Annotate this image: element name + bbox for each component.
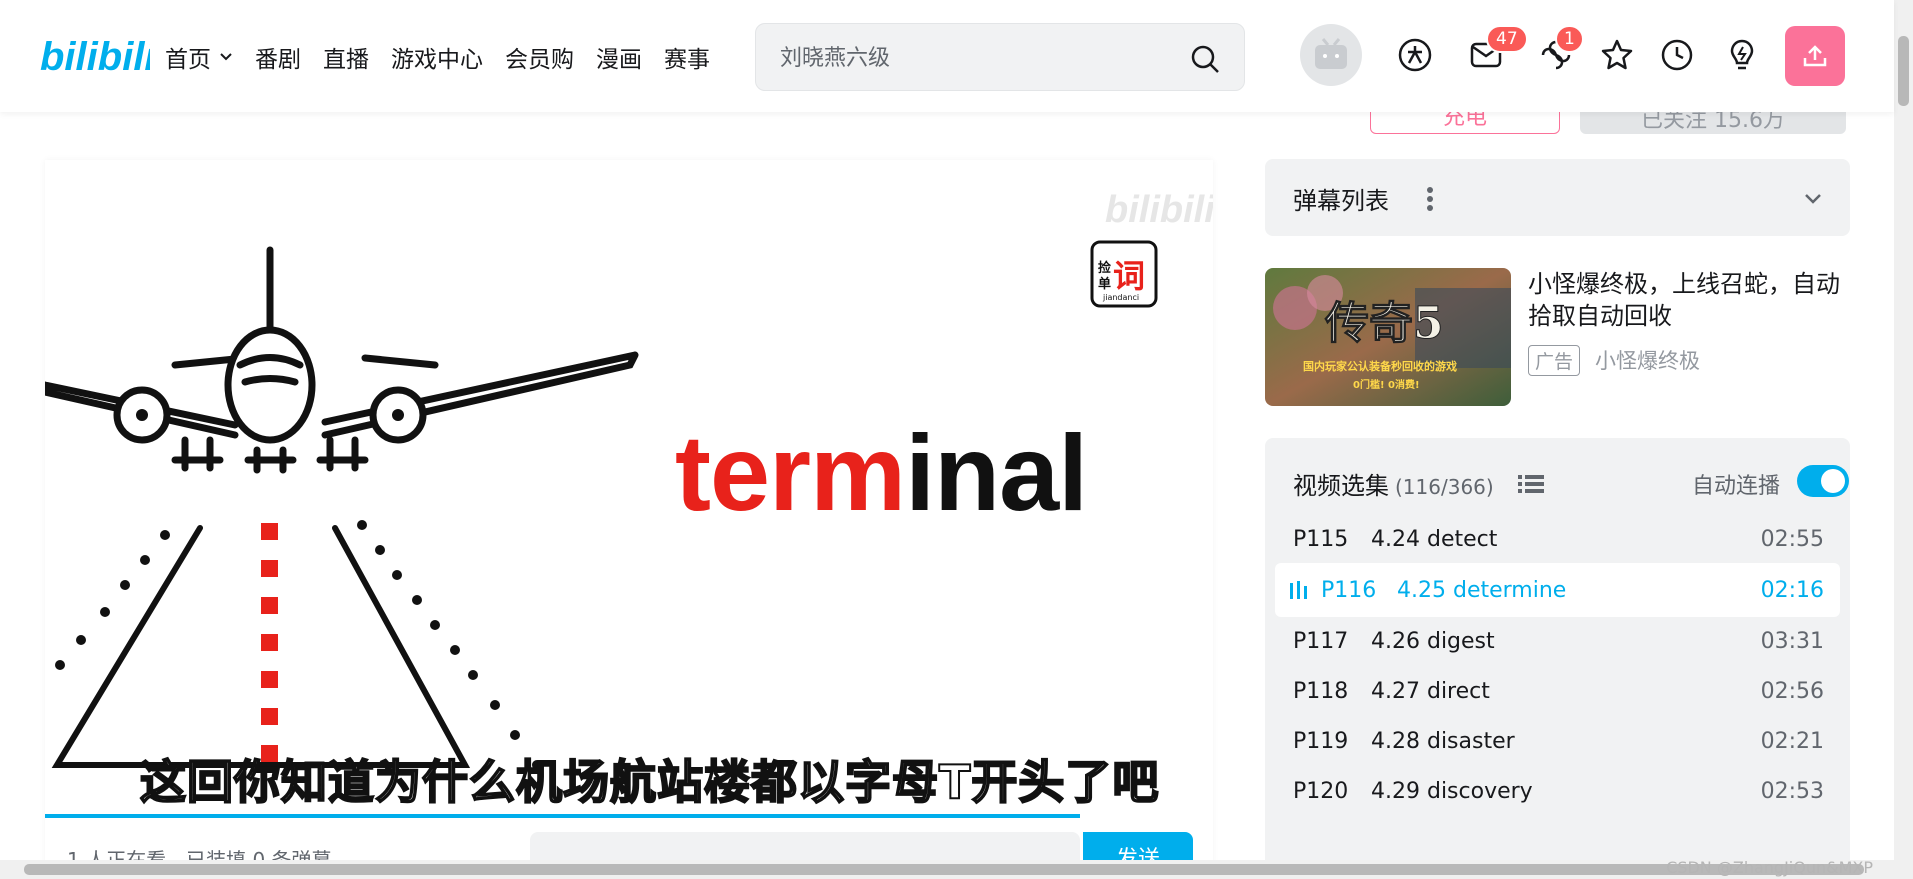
nav-member-shop[interactable]: 会员购	[505, 40, 574, 74]
svg-text:bilibili: bilibili	[40, 35, 150, 79]
list-view-icon[interactable]	[1518, 473, 1544, 495]
playlist-title: 视频选集 (116/366)	[1293, 472, 1494, 500]
creative-bulb-icon[interactable]	[1723, 36, 1761, 74]
tv-mascot-icon	[1315, 38, 1347, 69]
playlist-item[interactable]: P118 4.27 direct 02:56	[1275, 664, 1840, 718]
csdn-watermark: CSDN @ZhangJiQun&MXP	[1666, 858, 1873, 877]
dynamic-badge: 1	[1555, 25, 1584, 53]
svg-text:单: 单	[1098, 276, 1111, 292]
svg-text:0门槛! 0消费!: 0门槛! 0消费!	[1353, 378, 1420, 391]
vertical-scrollbar[interactable]	[1894, 0, 1913, 860]
video-player[interactable]: bilibili 捡 单 词 jiandanci terminal 这回你知道为…	[45, 160, 1213, 879]
svg-text:传奇5: 传奇5	[1324, 298, 1444, 349]
top-header: bilibili 首页 番剧 直播 游戏中心 会员购 漫画 赛事 47 1	[0, 0, 1894, 112]
user-avatar[interactable]	[1300, 24, 1362, 86]
danmaku-list-title: 弹幕列表	[1293, 187, 1389, 215]
now-playing-icon	[1290, 581, 1307, 599]
ad-thumbnail[interactable]: 传奇5 国内玩家公认装备秒回收的游戏 0门槛! 0消费!	[1265, 268, 1511, 406]
nav-anime[interactable]: 番剧	[255, 40, 301, 74]
ad-card[interactable]: 传奇5 国内玩家公认装备秒回收的游戏 0门槛! 0消费! 小怪爆终极，上线召蛇，…	[1265, 268, 1850, 408]
horizontal-scroll-thumb[interactable]	[24, 864, 1864, 875]
playlist-item[interactable]: P117 4.26 digest 03:31	[1275, 614, 1840, 668]
message-badge: 47	[1486, 25, 1528, 53]
chevron-down-icon	[220, 53, 232, 61]
ad-title[interactable]: 小怪爆终极，上线召蛇，自动拾取自动回收	[1528, 268, 1858, 332]
ad-author[interactable]: 小怪爆终极	[1595, 345, 1700, 375]
bilibili-logo[interactable]: bilibili	[40, 26, 150, 82]
nav-esports[interactable]: 赛事	[664, 40, 710, 74]
nav-live[interactable]: 直播	[323, 40, 369, 74]
vip-icon[interactable]	[1396, 36, 1434, 74]
vertical-scroll-thumb[interactable]	[1898, 36, 1909, 106]
video-subtitle: 这回你知道为什么机场航站楼都以字母T开头了吧	[139, 754, 1160, 810]
main-nav: 首页 番剧 直播 游戏中心 会员购 漫画 赛事	[165, 40, 732, 74]
chevron-down-icon[interactable]	[1802, 187, 1824, 209]
horizontal-scrollbar[interactable]	[0, 860, 1913, 879]
playlist-item[interactable]: P120 4.29 discovery 02:53	[1275, 764, 1840, 818]
search-input[interactable]	[780, 40, 1180, 76]
svg-text:词: 词	[1113, 257, 1145, 295]
playlist-item[interactable]: P119 4.28 disaster 02:21	[1275, 714, 1840, 768]
upload-icon	[1803, 45, 1827, 67]
ad-thumbnail-image: 传奇5 国内玩家公认装备秒回收的游戏 0门槛! 0消费!	[1265, 268, 1511, 406]
video-playlist: 视频选集 (116/366) 自动连播 P115 4.24 detect 02:55 …	[1265, 438, 1850, 868]
playlist-item-active[interactable]: P116 4.25 determine 02:16	[1275, 563, 1840, 617]
vocab-word: terminal	[675, 412, 1088, 533]
ad-tag: 广告	[1528, 345, 1581, 376]
favorites-star-icon[interactable]	[1598, 36, 1636, 74]
danmaku-list-panel[interactable]: 弹幕列表	[1265, 159, 1850, 236]
upload-button[interactable]	[1785, 26, 1845, 86]
autoplay-toggle[interactable]	[1797, 465, 1849, 497]
autoplay-label: 自动连播	[1692, 474, 1781, 499]
svg-text:bilibili: bilibili	[1105, 189, 1213, 231]
nav-home[interactable]: 首页	[165, 40, 233, 74]
svg-text:国内玩家公认装备秒回收的游戏: 国内玩家公认装备秒回收的游戏	[1303, 359, 1457, 373]
svg-text:捡: 捡	[1098, 260, 1111, 276]
nav-game-center[interactable]: 游戏中心	[391, 40, 483, 74]
playlist-count: (116/366)	[1395, 475, 1494, 499]
play-progress-bar[interactable]	[45, 814, 1080, 818]
nav-manga[interactable]: 漫画	[596, 40, 642, 74]
search-bar	[755, 23, 1245, 91]
more-vertical-icon[interactable]	[1425, 185, 1435, 213]
history-clock-icon[interactable]	[1658, 36, 1696, 74]
search-icon[interactable]	[1190, 44, 1220, 74]
svg-text:jiandanci: jiandanci	[1102, 293, 1139, 302]
playlist-item[interactable]: P115 4.24 detect 02:55	[1275, 512, 1840, 566]
